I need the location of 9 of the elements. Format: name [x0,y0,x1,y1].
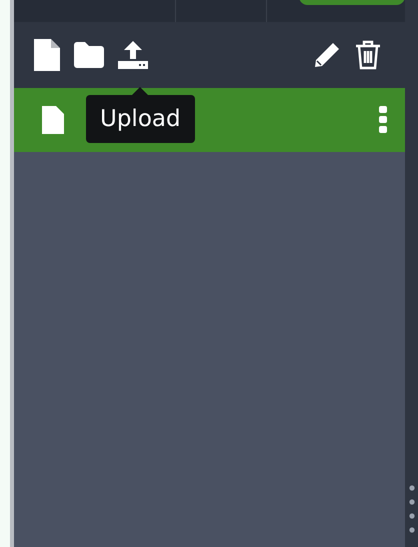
folder-button[interactable] [74,42,104,68]
upload-tooltip: Upload [86,87,195,143]
resize-handle-icon[interactable] [408,485,414,535]
more-options-button[interactable] [379,106,387,134]
new-file-button[interactable] [34,39,60,71]
file-icon [42,106,64,134]
edit-button[interactable] [313,41,341,69]
upload-button[interactable] [118,41,148,69]
delete-button[interactable] [355,40,381,70]
